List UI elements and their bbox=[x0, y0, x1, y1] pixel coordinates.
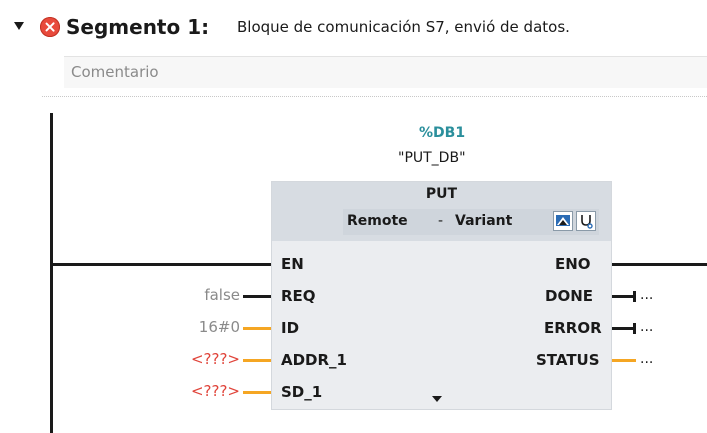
diagnostics-icon bbox=[581, 215, 593, 229]
param-status: STATUS bbox=[536, 351, 600, 369]
status-value[interactable]: ... bbox=[640, 351, 653, 367]
comment-placeholder: Comentario bbox=[71, 63, 159, 81]
error-wire bbox=[612, 327, 634, 330]
mode-remote-label: Remote bbox=[347, 213, 408, 229]
addr-1-value[interactable]: <???> bbox=[188, 350, 240, 368]
connection-config-button[interactable] bbox=[553, 211, 573, 231]
block-header: PUT Remote - Variant bbox=[272, 182, 611, 241]
power-rail bbox=[50, 113, 53, 433]
error-value[interactable]: ... bbox=[640, 319, 653, 335]
sd-1-wire bbox=[243, 391, 271, 394]
error-wire-end bbox=[633, 323, 636, 334]
param-id: ID bbox=[281, 319, 300, 337]
req-wire bbox=[243, 295, 271, 298]
mode-bar: Remote - Variant bbox=[343, 209, 599, 235]
param-req: REQ bbox=[281, 287, 316, 305]
en-wire[interactable] bbox=[53, 263, 271, 266]
chevron-down-icon[interactable] bbox=[14, 22, 24, 30]
status-wire bbox=[612, 359, 636, 362]
comment-field[interactable]: Comentario bbox=[64, 56, 707, 88]
done-wire-end bbox=[633, 291, 636, 302]
segment-description[interactable]: Bloque de comunicación S7, envió de dato… bbox=[237, 18, 570, 36]
id-value[interactable]: 16#0 bbox=[188, 318, 240, 336]
segment-title: Segmento 1: bbox=[66, 15, 210, 39]
sd-1-value[interactable]: <???> bbox=[188, 382, 240, 400]
mode-variant-label: Variant bbox=[455, 213, 513, 229]
id-wire bbox=[243, 327, 271, 330]
param-done: DONE bbox=[545, 287, 594, 305]
error-icon bbox=[40, 17, 60, 37]
diagnostics-button[interactable] bbox=[576, 211, 596, 231]
block-name: PUT bbox=[425, 186, 458, 202]
addr-1-wire bbox=[243, 359, 271, 362]
param-eno: ENO bbox=[555, 255, 591, 273]
param-addr-1: ADDR_1 bbox=[281, 351, 347, 369]
param-error: ERROR bbox=[544, 319, 602, 337]
connection-icon bbox=[556, 215, 570, 226]
segment-divider bbox=[42, 96, 707, 97]
eno-wire[interactable] bbox=[612, 263, 707, 266]
param-sd-1: SD_1 bbox=[281, 383, 323, 401]
mode-separator: - bbox=[438, 213, 444, 229]
segment-header: Segmento 1: Bloque de comunicación S7, e… bbox=[0, 0, 707, 44]
instance-db-symbol[interactable]: "PUT_DB" bbox=[398, 150, 466, 166]
param-en: EN bbox=[281, 255, 304, 273]
done-wire bbox=[612, 295, 634, 298]
req-value[interactable]: false bbox=[188, 286, 240, 304]
done-value[interactable]: ... bbox=[640, 287, 653, 303]
expand-arrow-icon[interactable] bbox=[432, 396, 442, 402]
instance-db-number[interactable]: %DB1 bbox=[419, 125, 465, 141]
